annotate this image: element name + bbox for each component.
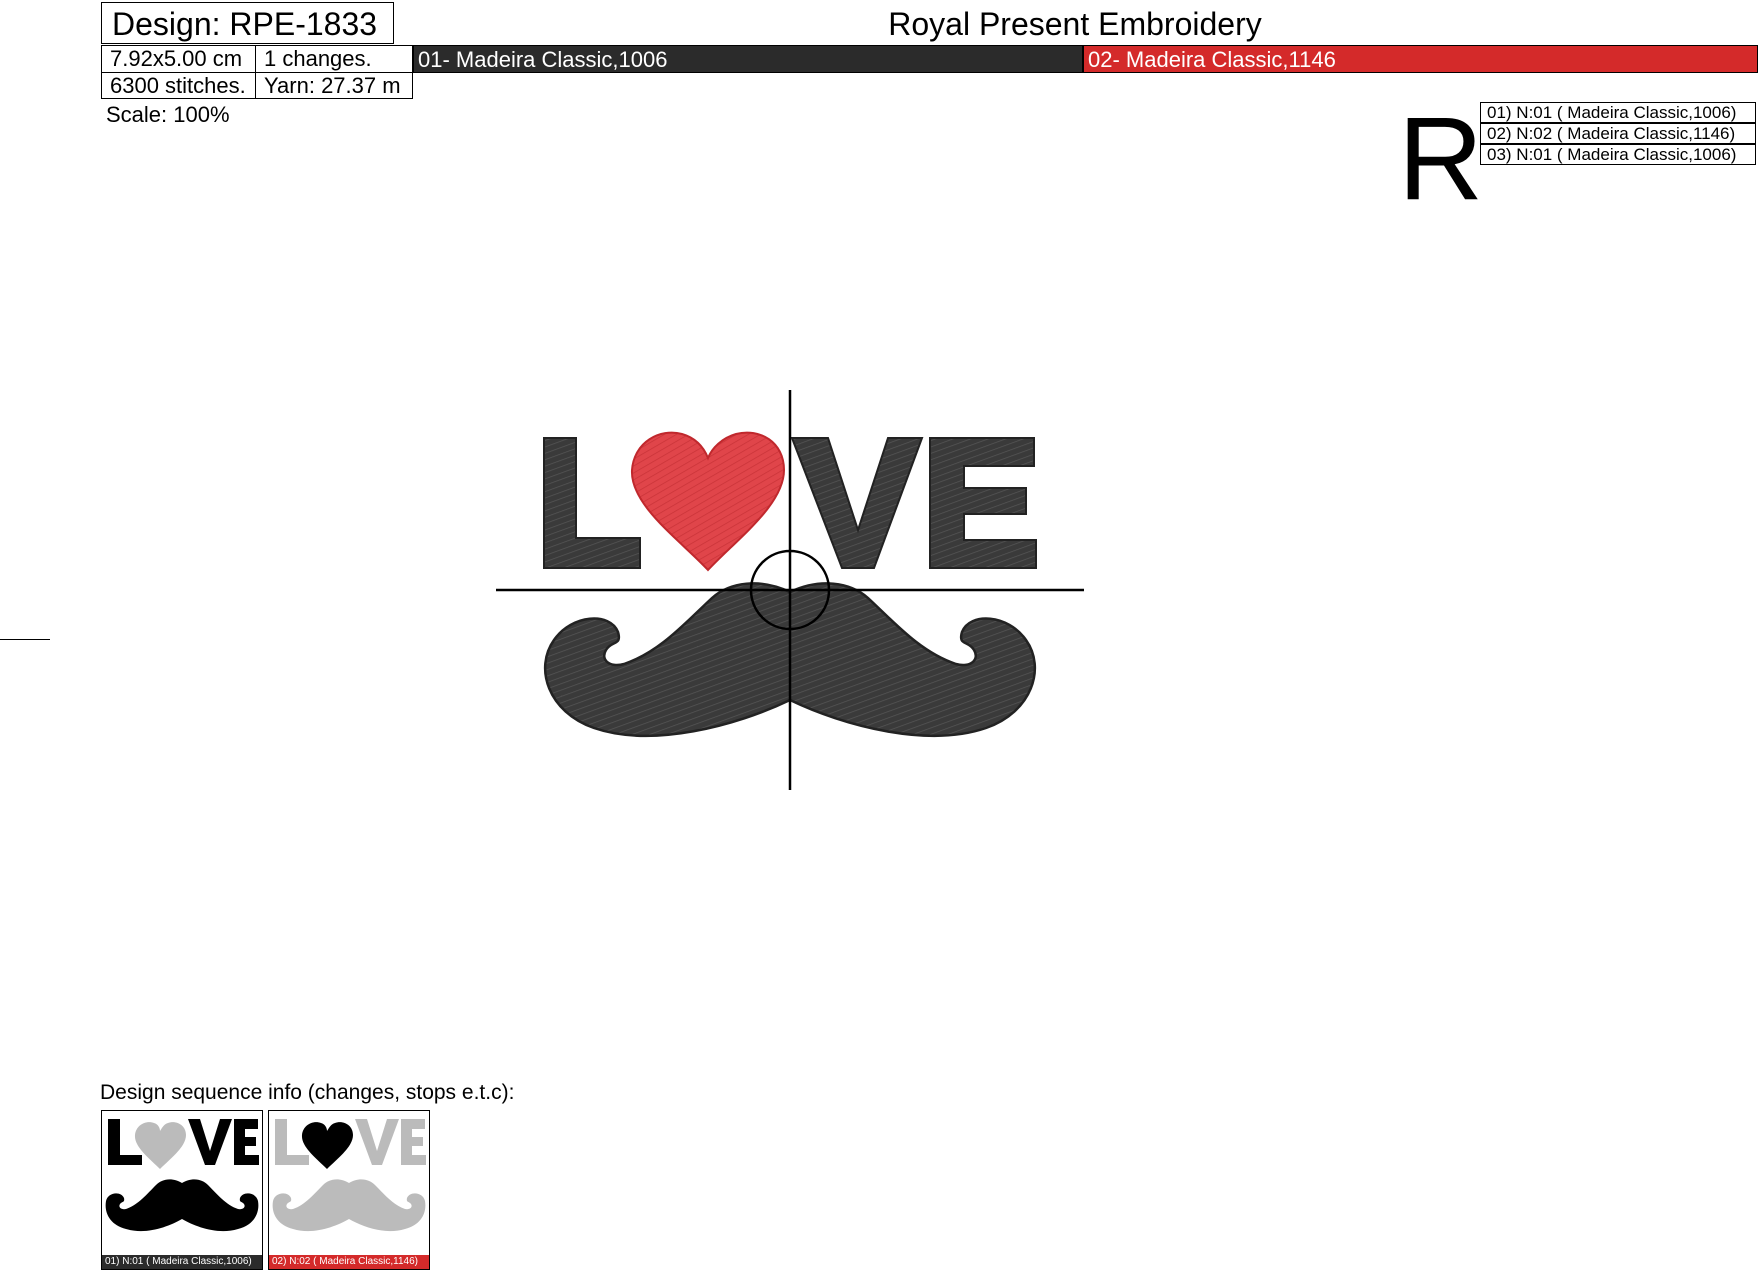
sequence-legend-row-1: 01) N:01 ( Madeira Classic,1006) xyxy=(1480,102,1756,123)
sequence-thumb-1: 01) N:01 ( Madeira Classic,1006) xyxy=(101,1110,263,1270)
letter-e xyxy=(929,437,1037,569)
design-title: Design: RPE-1833 xyxy=(101,2,394,44)
letter-l xyxy=(543,437,641,569)
size-cell: 7.92x5.00 cm xyxy=(101,45,256,73)
changes-cell: 1 changes. xyxy=(255,45,413,73)
thumb-label-1: 01) N:01 ( Madeira Classic,1006) xyxy=(102,1255,262,1269)
sequence-thumb-2: 02) N:02 ( Madeira Classic,1146) xyxy=(268,1110,430,1270)
thumb-label-2: 02) N:02 ( Madeira Classic,1146) xyxy=(269,1255,429,1269)
sequence-info-label: Design sequence info (changes, stops e.t… xyxy=(100,1081,515,1104)
sequence-legend-row-3: 03) N:01 ( Madeira Classic,1006) xyxy=(1480,144,1756,165)
design-preview xyxy=(496,390,1084,790)
heart-shape xyxy=(630,431,786,572)
stitches-cell: 6300 stitches. xyxy=(101,72,256,99)
thumb-preview-2 xyxy=(272,1119,426,1232)
thumb-preview-1 xyxy=(105,1119,259,1232)
yarn-cell: Yarn: 27.37 m xyxy=(255,72,413,99)
sequence-legend-row-2: 02) N:02 ( Madeira Classic,1146) xyxy=(1480,123,1756,144)
left-edge-tick xyxy=(0,639,50,640)
thread-bar-1: 01- Madeira Classic,1006 xyxy=(413,45,1083,73)
orientation-mark: R xyxy=(1398,93,1484,225)
letter-v xyxy=(790,437,924,569)
thread-bar-2: 02- Madeira Classic,1146 xyxy=(1083,45,1758,73)
brand-title: Royal Present Embroidery xyxy=(888,6,1262,42)
scale-label: Scale: 100% xyxy=(106,102,230,127)
